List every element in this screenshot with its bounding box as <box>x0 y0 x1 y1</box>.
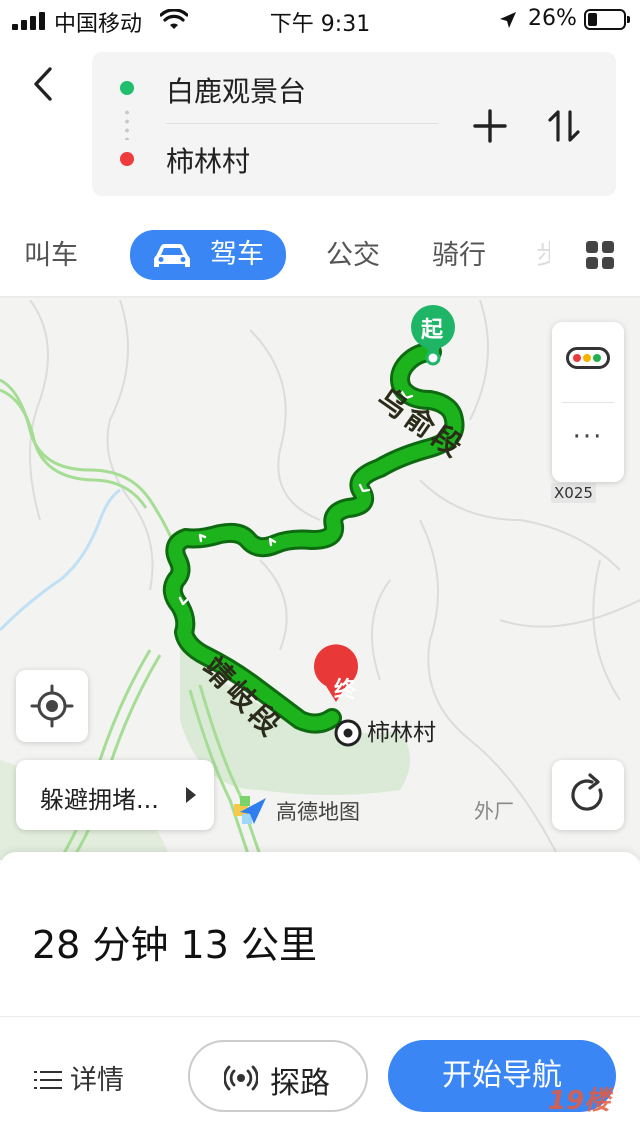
battery-icon <box>584 9 630 30</box>
route-connector <box>125 108 129 140</box>
place-label: 外厂 <box>474 799 514 823</box>
road-code-badge: X025 <box>551 483 596 503</box>
end-location-field[interactable]: 柿林村 <box>166 140 250 180</box>
details-button[interactable]: 详情 <box>34 1058 124 1097</box>
back-icon[interactable] <box>30 66 58 102</box>
divider <box>0 1016 640 1017</box>
tab-drive[interactable]: 驾车 <box>130 230 286 280</box>
route-summary-sheet: 28 分钟 13 公里 详情 探路 开始导航 <box>0 852 640 1136</box>
add-waypoint-icon[interactable] <box>472 108 508 144</box>
more-modes-grid-icon[interactable] <box>586 241 614 269</box>
end-marker-label: 终 <box>334 678 357 703</box>
chevron-right-icon <box>186 787 196 803</box>
locate-icon <box>30 684 74 728</box>
divider <box>166 123 438 124</box>
start-dot-icon <box>120 81 134 95</box>
start-location-field[interactable]: 白鹿观景台 <box>166 70 306 110</box>
car-icon <box>154 244 190 267</box>
explore-label: 探路 <box>270 1066 330 1101</box>
route-summary: 28 分钟 13 公里 <box>32 923 317 967</box>
end-dot-icon <box>120 152 134 166</box>
refresh-button[interactable] <box>552 760 624 830</box>
map-side-controls: ··· <box>552 322 624 482</box>
transport-tabs: 叫车 驾车 公交 骑行 步 <box>0 222 640 288</box>
tab-taxi[interactable]: 叫车 <box>24 232 78 280</box>
location-arrow-icon <box>500 12 516 28</box>
start-marker-label: 起 <box>421 318 444 343</box>
tab-transit[interactable]: 公交 <box>326 232 380 280</box>
battery-percent: 26% <box>528 6 577 31</box>
refresh-icon <box>571 773 603 811</box>
more-options-icon[interactable]: ··· <box>552 424 624 450</box>
avoid-congestion-label: 躲避拥堵... <box>40 786 159 814</box>
route-input-panel: 白鹿观景台 柿林村 <box>92 52 616 196</box>
tab-bike[interactable]: 骑行 <box>432 232 486 280</box>
explore-route-button[interactable]: 探路 <box>188 1040 368 1112</box>
status-bar: 中国移动 下午 9:31 26% <box>0 0 640 40</box>
tab-walk[interactable]: 步 <box>536 232 550 280</box>
broadcast-icon <box>224 1065 258 1091</box>
brand-label: 高德地图 <box>276 800 360 824</box>
avoid-congestion-button[interactable]: 躲避拥堵... <box>16 760 214 830</box>
tab-drive-label: 驾车 <box>210 239 264 270</box>
list-icon <box>34 1069 62 1091</box>
traffic-light-icon[interactable] <box>566 347 610 369</box>
amap-logo-icon <box>234 796 266 824</box>
locate-button[interactable] <box>16 670 88 742</box>
divider <box>562 402 614 403</box>
swap-route-icon[interactable] <box>546 108 582 144</box>
details-label: 详情 <box>70 1065 124 1096</box>
watermark-logo: 19楼 <box>548 1086 611 1116</box>
destination-map-label: 柿林村 <box>367 720 436 746</box>
